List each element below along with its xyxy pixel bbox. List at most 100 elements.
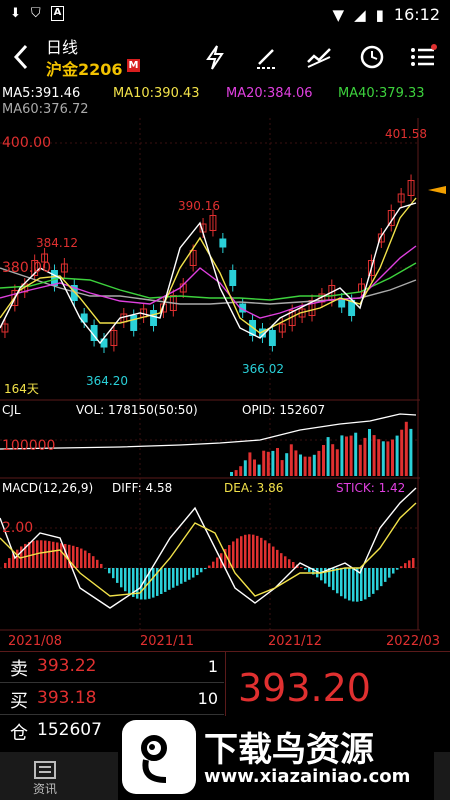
x-label-2: 2021/11 xyxy=(140,634,195,649)
draw-pen-icon[interactable] xyxy=(250,40,284,74)
volume-bar xyxy=(386,441,390,476)
macd-bar xyxy=(184,568,187,582)
oi-label: 仓 xyxy=(10,723,28,744)
ma5-label: MA5:391.46 xyxy=(2,86,81,101)
macd-bar xyxy=(128,568,131,595)
macd-bar xyxy=(116,568,119,583)
volume-bar xyxy=(322,445,325,476)
macd-bar xyxy=(168,568,171,590)
macd-bar xyxy=(100,563,103,568)
macd-y-label: 2.00 xyxy=(2,520,34,536)
macd-bar xyxy=(364,568,367,600)
volume-bar xyxy=(381,441,385,476)
volume-bar xyxy=(266,451,270,476)
macd-bar xyxy=(180,568,183,584)
volume-bar xyxy=(303,456,307,476)
ma10-label: MA10:390.43 xyxy=(113,86,200,101)
macd-bar xyxy=(204,568,207,570)
diff-value: DIFF: 4.58 xyxy=(112,481,173,495)
header: 日线 沪金2206 M xyxy=(0,32,450,82)
macd-bar xyxy=(164,568,167,592)
volume-bar xyxy=(289,444,293,476)
macd-bar xyxy=(196,568,199,576)
buy-row[interactable]: 买 393.18 10 xyxy=(0,684,224,715)
volume-bar xyxy=(234,470,238,476)
volume-bar xyxy=(363,437,367,476)
volume-bar xyxy=(299,454,302,476)
news-icon xyxy=(34,761,56,779)
macd-bar xyxy=(340,568,343,597)
macd-bar xyxy=(56,542,59,568)
macd-bar xyxy=(408,560,411,568)
tab-news[interactable]: 资讯 xyxy=(0,752,90,800)
macd-bar xyxy=(88,553,91,568)
macd-bar xyxy=(292,562,295,568)
lightning-icon[interactable] xyxy=(198,40,232,74)
macd-bar xyxy=(60,543,63,568)
volume-bar xyxy=(230,472,233,476)
trend-line-icon[interactable] xyxy=(302,40,336,74)
macd-bar xyxy=(4,562,7,568)
macd-bar xyxy=(80,548,83,568)
macd-bar xyxy=(144,568,147,600)
macd-bar xyxy=(348,568,351,601)
clock-icon[interactable] xyxy=(355,40,389,74)
macd-bar xyxy=(412,557,415,568)
ma40-label: MA40:379.33 xyxy=(338,86,425,101)
macd-bar xyxy=(268,543,271,568)
macd-bar xyxy=(388,568,391,578)
vol-value: VOL: 178150(50:50) xyxy=(76,403,198,417)
status-bar: ⬇ ⛉ A ▼ ◢ ▮ 16:12 xyxy=(0,0,450,32)
back-icon[interactable] xyxy=(8,40,36,74)
watermark: 下载鸟资源 www.xiazainiao.com xyxy=(118,716,434,800)
dea-value: DEA: 3.86 xyxy=(224,481,284,495)
macd-bar xyxy=(260,537,263,568)
volume-bar xyxy=(239,466,243,476)
cjl-label: CJL xyxy=(2,403,21,417)
buy-label: 买 xyxy=(10,691,28,712)
macd-bar xyxy=(320,568,323,581)
low-annotation-2: 366.02 xyxy=(242,362,284,376)
macd-bar xyxy=(44,540,47,568)
volume-bar xyxy=(253,459,256,476)
volume-bar xyxy=(276,448,279,476)
shield-icon: ⛉ xyxy=(30,6,41,21)
volume-bar xyxy=(354,432,358,476)
sell-row[interactable]: 卖 393.22 1 xyxy=(0,652,224,683)
battery-icon: ▮ xyxy=(375,5,384,24)
contract-badge: M xyxy=(127,59,140,72)
macd-bar xyxy=(16,549,19,568)
macd-bar xyxy=(272,546,275,568)
y-label-400: 400.00 xyxy=(2,135,51,151)
contract-name[interactable]: 沪金2206 xyxy=(46,56,123,80)
macd-bar xyxy=(152,568,155,598)
watermark-brand: 下载鸟资源 xyxy=(204,730,374,770)
macd-bar xyxy=(376,568,379,591)
download-icon: ⬇ xyxy=(10,6,21,21)
macd-bar xyxy=(284,556,287,568)
volume-bar xyxy=(368,429,371,476)
macd-bar xyxy=(396,568,399,570)
macd-bar xyxy=(368,568,371,597)
sell-qty: 1 xyxy=(207,657,218,676)
volume-bar xyxy=(335,449,339,476)
x-label-3: 2021/12 xyxy=(268,634,323,649)
menu-list-icon[interactable] xyxy=(406,40,440,74)
macd-bar xyxy=(200,568,203,573)
macd-bar xyxy=(188,568,191,580)
macd-bar xyxy=(240,536,243,568)
macd-bar xyxy=(52,541,55,568)
macd-bar xyxy=(92,556,95,568)
macd-bar xyxy=(300,567,303,568)
tab-news-label: 资讯 xyxy=(32,782,57,796)
kline-chart[interactable] xyxy=(0,118,450,633)
wifi-icon: ▼ xyxy=(332,5,345,24)
volume-bar xyxy=(349,435,353,476)
macd-bar xyxy=(356,568,359,602)
buy-price: 393.18 xyxy=(37,688,97,708)
macd-bar xyxy=(280,553,283,568)
macd-bar xyxy=(212,561,215,568)
macd-bar xyxy=(288,559,291,568)
volume-bar xyxy=(243,460,247,476)
macd-bar xyxy=(96,559,99,568)
